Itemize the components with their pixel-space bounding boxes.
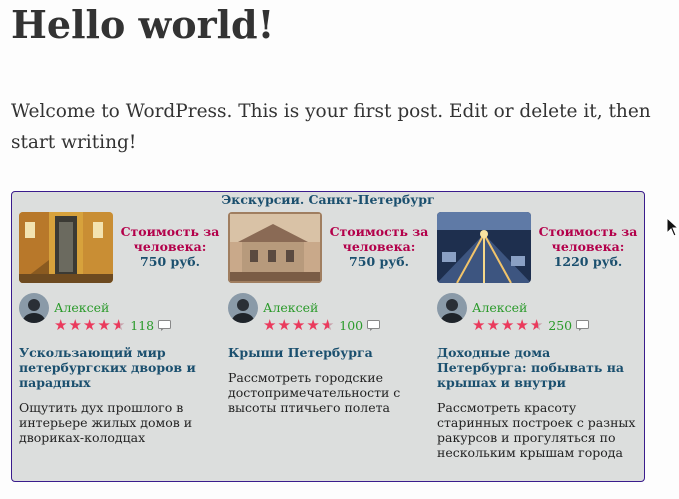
- star-icon: ★: [515, 315, 529, 334]
- post-title[interactable]: Hello world!: [11, 2, 274, 48]
- excursion-description: Рассмотреть городские достопримечательно…: [228, 370, 401, 415]
- post-body: Welcome to WordPress. This is your first…: [11, 101, 651, 153]
- author-name[interactable]: Алексей: [263, 300, 318, 315]
- half-star-icon: ★: [111, 315, 126, 334]
- author-name[interactable]: Алексей: [472, 300, 527, 315]
- price-value: 750 руб.: [349, 254, 409, 269]
- star-icon: ★: [486, 315, 500, 334]
- widget-heading[interactable]: Экскурсии. Санкт-Петербург: [12, 192, 644, 207]
- review-count: 118: [130, 317, 155, 333]
- half-star-icon: ★: [320, 315, 335, 334]
- star-icon: ★: [82, 315, 97, 334]
- excursion-description: Ощутить дух прошлого в интерьере жилых д…: [19, 400, 193, 445]
- author-avatar[interactable]: [228, 293, 258, 323]
- star-icon: ★: [277, 315, 291, 334]
- author-name[interactable]: Алексей: [54, 300, 109, 315]
- price-block: Стоимость за человека: 750 руб.: [119, 224, 221, 269]
- rating: ★ ★ ★ ★ ★ 100: [263, 315, 381, 335]
- excursion-title[interactable]: Ускользающий мир петербургских дворов и …: [19, 345, 224, 390]
- excursion-photo-courtyard[interactable]: [19, 212, 113, 283]
- rating: ★ ★ ★ ★ ★ 118: [54, 315, 172, 335]
- price-value: 750 руб.: [140, 254, 200, 269]
- star-icon: ★: [263, 315, 277, 334]
- price-label: Стоимость за человека:: [329, 224, 429, 254]
- excursion-photo-city-view[interactable]: [437, 212, 531, 283]
- author-avatar[interactable]: [19, 293, 49, 323]
- excursion-description: Рассмотреть красоту старинных построек с…: [437, 400, 636, 460]
- star-icon: ★: [68, 315, 82, 334]
- price-value: 1220 руб.: [553, 254, 623, 269]
- comment-icon: [576, 316, 590, 335]
- excursion-photo-rooftops[interactable]: [228, 212, 322, 283]
- excursion-title[interactable]: Крыши Петербурга: [228, 345, 433, 360]
- excursions-widget: Экскурсии. Санкт-Петербург Стоимость за …: [11, 191, 645, 482]
- star-icon: ★: [97, 315, 111, 334]
- price-block: Стоимость за человека: 1220 руб.: [537, 224, 639, 269]
- half-star-icon: ★: [529, 315, 544, 334]
- comment-icon: [367, 316, 381, 335]
- price-label: Стоимость за человека:: [538, 224, 638, 254]
- rating: ★ ★ ★ ★ ★ 250: [472, 315, 590, 335]
- star-icon: ★: [500, 315, 515, 334]
- review-count: 100: [339, 317, 364, 333]
- star-icon: ★: [291, 315, 306, 334]
- author-avatar[interactable]: [437, 293, 467, 323]
- star-icon: ★: [54, 315, 68, 334]
- comment-icon: [158, 316, 172, 335]
- review-count: 250: [548, 317, 573, 333]
- mouse-pointer-icon: [666, 216, 679, 241]
- price-label: Стоимость за человека:: [120, 224, 220, 254]
- price-block: Стоимость за человека: 750 руб.: [328, 224, 430, 269]
- star-icon: ★: [306, 315, 320, 334]
- excursion-title[interactable]: Доходные дома Петербурга: побывать на кр…: [437, 345, 642, 390]
- star-icon: ★: [472, 315, 486, 334]
